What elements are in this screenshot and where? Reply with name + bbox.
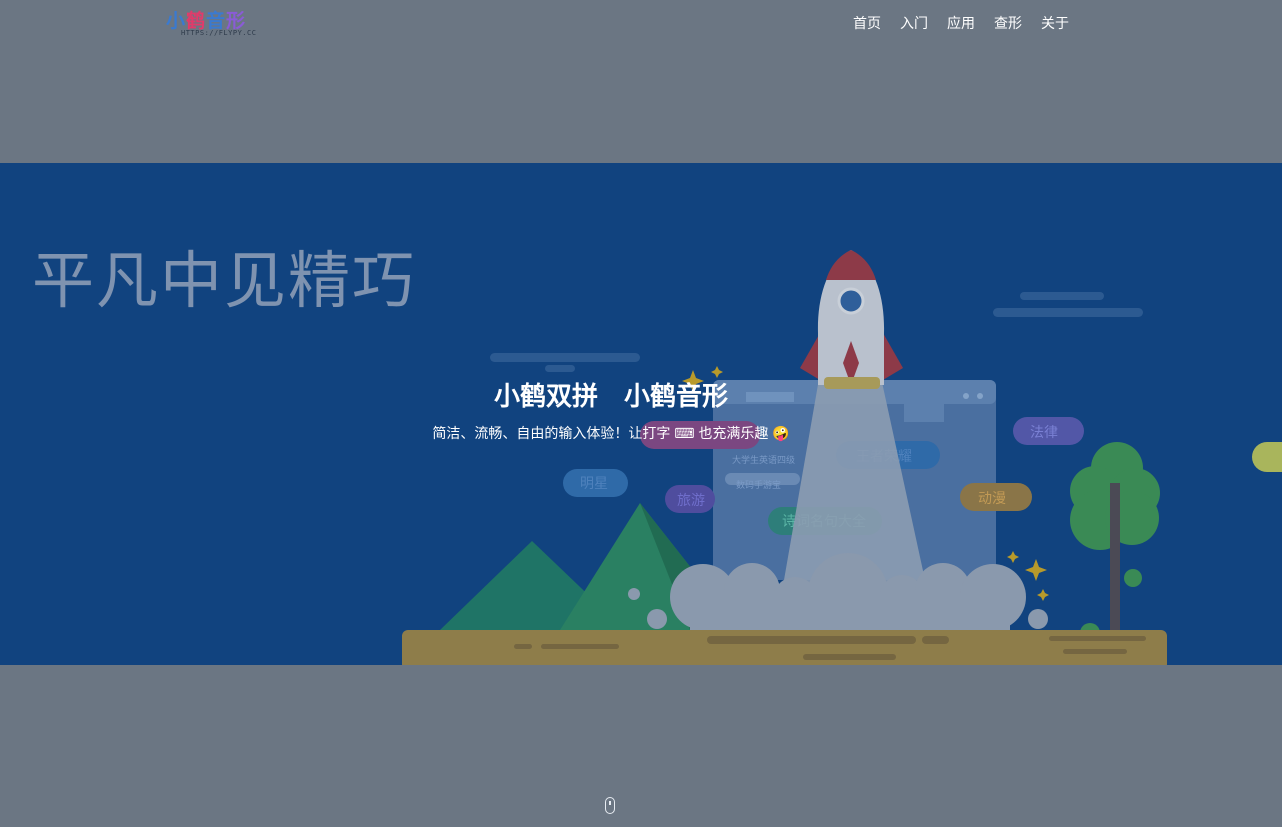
hero-title: 小鹤双拼 小鹤音形 xyxy=(493,381,728,411)
rocket-shape xyxy=(800,250,903,389)
tag-travel: 旅游 xyxy=(677,492,705,508)
side-circle-icon[interactable] xyxy=(1252,442,1282,472)
search-line-2: 数码手游宝 xyxy=(736,479,781,490)
nav-item-apps[interactable]: 应用 xyxy=(947,14,975,32)
tag-celebrity: 明星 xyxy=(580,475,608,491)
slogan-text: 平凡中见精巧 xyxy=(32,247,417,316)
main-nav: 首页 入门 应用 查形 关于 xyxy=(853,14,1088,32)
tag-anime: 动漫 xyxy=(978,490,1006,506)
nav-item-home[interactable]: 首页 xyxy=(853,14,881,32)
search-line-1: 大学生英语四级 xyxy=(732,454,795,465)
site-logo[interactable]: 小鹤音形 HTTPS://FLYPY.CC xyxy=(166,6,256,40)
nav-item-lookup[interactable]: 查形 xyxy=(994,14,1022,32)
mouse-scroll-icon[interactable] xyxy=(605,797,615,814)
tree-shape xyxy=(1070,442,1160,643)
smoke-clouds xyxy=(628,553,1048,633)
hero-subtitle: 简洁、流畅、自由的输入体验！让打字 ⌨ 也充满乐趣 🤪 xyxy=(432,425,790,441)
logo-url: HTTPS://FLYPY.CC xyxy=(181,29,257,37)
hero-banner: 法律 王者荣耀 明星 旅游 动漫 诗词名句大全 大学生英语四级 数码手游宝 xyxy=(0,163,1282,665)
nav-item-about[interactable]: 关于 xyxy=(1041,14,1069,32)
top-bar: 小鹤音形 HTTPS://FLYPY.CC 首页 入门 应用 查形 关于 xyxy=(0,0,1282,163)
nav-item-intro[interactable]: 入门 xyxy=(900,14,928,32)
